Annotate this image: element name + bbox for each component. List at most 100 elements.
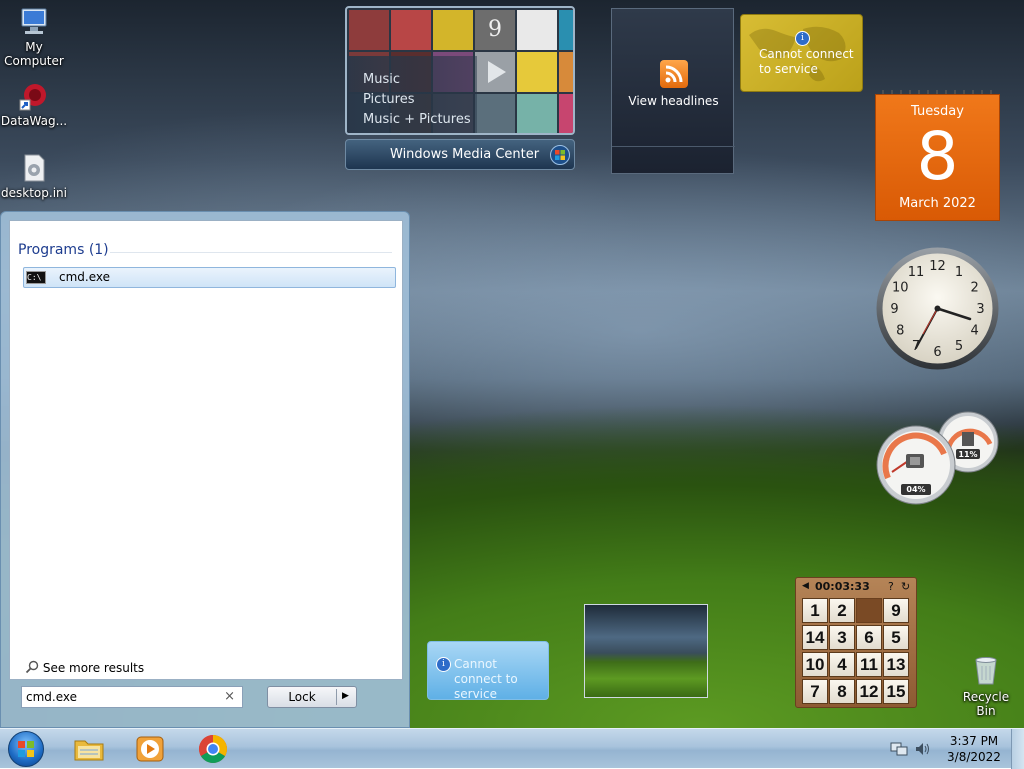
calendar-gadget[interactable]: Tuesday 8 March 2022 — [875, 88, 1000, 221]
desktop-icon-my-computer[interactable]: My Computer — [0, 6, 68, 68]
taskbar-file-explorer[interactable] — [72, 733, 106, 765]
puzzle-empty-slot — [856, 598, 882, 623]
desktop-icon-datawag[interactable]: DataWag... — [0, 80, 68, 128]
calendar-page: Tuesday 8 March 2022 — [875, 94, 1000, 221]
feed-headlines-gadget[interactable]: View headlines — [611, 8, 735, 174]
clock-numeral: 10 — [892, 281, 909, 296]
network-icon[interactable] — [890, 741, 908, 757]
weather-message: Cannot connect to service — [759, 47, 854, 76]
clock-numeral: 12 — [929, 259, 946, 274]
media-tile — [517, 10, 557, 50]
memory-icon — [962, 432, 974, 446]
taskbar-clock[interactable]: 3:37 PM 3/8/2022 — [944, 733, 1004, 765]
media-tile — [559, 94, 573, 133]
feed-divider — [612, 146, 735, 147]
media-item-music-pictures[interactable]: Music + Pictures — [363, 110, 471, 130]
lock-button-divider — [336, 689, 337, 705]
windows-logo-icon — [550, 145, 570, 168]
slideshow-gadget[interactable] — [584, 604, 708, 698]
info-icon: i — [795, 31, 810, 46]
heading-divider — [110, 252, 392, 253]
media-tile — [475, 94, 515, 133]
media-tile: 9 — [475, 10, 515, 50]
calendar-month-year: March 2022 — [899, 196, 976, 211]
puzzle-tile[interactable]: 4 — [829, 652, 855, 677]
media-center-gadget[interactable]: 9 Music Pictures Music + Pictures Window… — [345, 6, 575, 170]
puzzle-tile[interactable]: 2 — [829, 598, 855, 623]
cpu-percent: 04% — [906, 485, 926, 494]
app-shortcut-icon — [18, 80, 50, 112]
desktop-icon-label: Recycle Bin — [962, 690, 1010, 718]
search-input[interactable] — [26, 688, 216, 706]
desktop-background: My Computer DataWag... desktop.ini 9 Mus… — [0, 0, 1024, 728]
programs-heading[interactable]: Programs (1) — [18, 242, 109, 258]
desktop-icon-recycle-bin[interactable]: Recycle Bin — [952, 654, 1020, 718]
puzzle-tile[interactable]: 7 — [802, 679, 828, 704]
puzzle-tile[interactable]: 6 — [856, 625, 882, 650]
picture-puzzle-gadget[interactable]: ◀ 00:03:33 ? ↻ 1 2 9 14 3 6 5 10 4 11 13… — [795, 577, 917, 708]
taskbar-date: 3/8/2022 — [947, 750, 1001, 764]
clock-numeral: 5 — [955, 339, 963, 354]
view-headlines-link[interactable]: View headlines — [612, 94, 735, 108]
play-icon — [475, 52, 515, 92]
calendar-day-name: Tuesday — [911, 104, 964, 119]
show-desktop-button[interactable] — [1011, 729, 1024, 769]
media-center-brand: Windows Media Center — [390, 147, 540, 162]
media-tile — [433, 10, 473, 50]
taskbar: 3:37 PM 3/8/2022 — [0, 728, 1024, 769]
taskbar-media-player[interactable] — [133, 733, 167, 765]
puzzle-tile[interactable]: 3 — [829, 625, 855, 650]
calendar-day-number: 8 — [916, 118, 959, 195]
media-item-pictures[interactable]: Pictures — [363, 90, 471, 110]
see-more-results-link[interactable]: See more results — [25, 660, 144, 677]
media-tile — [349, 10, 389, 50]
puzzle-tile[interactable]: 1 — [802, 598, 828, 623]
media-item-music[interactable]: Music — [363, 70, 471, 90]
taskbar-time: 3:37 PM — [949, 734, 999, 748]
cpu-meter-gadget[interactable]: 04% 11% — [874, 410, 1000, 505]
puzzle-tile[interactable]: 14 — [802, 625, 828, 650]
puzzle-tile[interactable]: 10 — [802, 652, 828, 677]
memory-percent: 11% — [958, 450, 978, 459]
puzzle-tile[interactable]: 13 — [883, 652, 909, 677]
taskbar-chrome[interactable] — [196, 733, 230, 765]
volume-icon[interactable] — [914, 741, 932, 757]
clock-numeral: 8 — [896, 324, 904, 339]
media-center-bar[interactable]: Windows Media Center — [345, 139, 575, 170]
clock-numeral: 1 — [955, 265, 963, 280]
clock-numeral: 11 — [908, 265, 925, 280]
weather-gadget-bottom[interactable]: i Cannot connect to service — [427, 641, 549, 701]
media-tile — [391, 10, 431, 50]
start-search-box[interactable]: × — [21, 686, 243, 708]
folder-icon — [74, 740, 104, 761]
see-more-label: See more results — [42, 661, 145, 675]
media-tile — [559, 10, 573, 50]
clear-search-icon[interactable]: × — [224, 689, 235, 704]
media-center-tiles[interactable]: 9 Music Pictures Music + Pictures — [345, 6, 575, 135]
puzzle-shuffle-icon[interactable]: ↻ — [901, 580, 910, 593]
power-options-arrow-icon[interactable]: ▶ — [342, 691, 349, 701]
clock-numeral: 9 — [890, 302, 898, 317]
desktop-icon-desktop-ini[interactable]: desktop.ini — [0, 152, 68, 200]
puzzle-tile[interactable]: 11 — [856, 652, 882, 677]
puzzle-tile[interactable]: 8 — [829, 679, 855, 704]
puzzle-tile[interactable]: 15 — [883, 679, 909, 704]
clock-numeral: 2 — [971, 281, 979, 296]
search-icon — [25, 660, 39, 677]
result-cmd-exe[interactable]: C:\ cmd.exe — [23, 267, 396, 288]
windows-logo-icon — [18, 741, 34, 757]
weather-gadget-top[interactable]: i Cannot connect to service — [740, 14, 863, 92]
chrome-icon — [199, 735, 227, 763]
puzzle-tile[interactable]: 9 — [883, 598, 909, 623]
settings-file-icon — [18, 152, 50, 184]
puzzle-tile[interactable]: 5 — [883, 625, 909, 650]
start-button[interactable] — [8, 731, 44, 767]
media-center-menu: Music Pictures Music + Pictures — [363, 70, 471, 130]
clock-gadget[interactable]: 121234567891011 — [875, 246, 1000, 371]
lock-button[interactable]: Lock ▶ — [267, 686, 357, 708]
start-menu: Programs (1) C:\ cmd.exe See more result… — [0, 211, 410, 728]
puzzle-tile[interactable]: 12 — [856, 679, 882, 704]
puzzle-back-icon[interactable]: ◀ — [802, 581, 809, 591]
result-label: cmd.exe — [59, 270, 111, 284]
puzzle-help-icon[interactable]: ? — [888, 580, 894, 593]
